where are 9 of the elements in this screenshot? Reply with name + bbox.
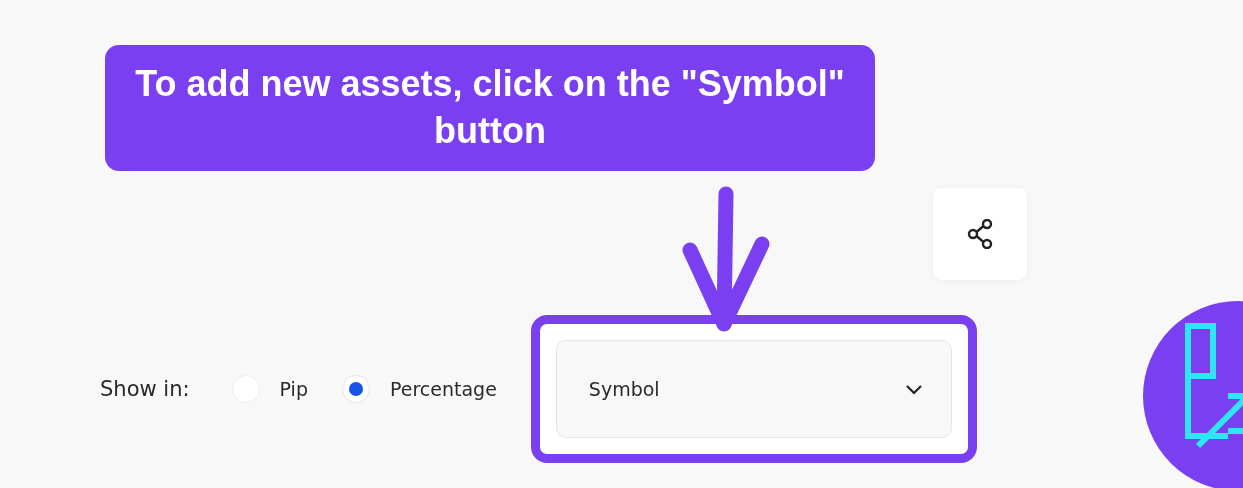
chevron-down-icon — [904, 382, 923, 395]
share-icon — [967, 218, 993, 249]
show-in-label: Show in: — [100, 376, 190, 401]
instruction-callout: To add new assets, click on the "Symbol" button — [105, 45, 875, 171]
radio-label[interactable]: Pip — [279, 377, 308, 400]
radio-label[interactable]: Percentage — [389, 377, 497, 400]
symbol-dropdown[interactable]: Symbol — [555, 339, 952, 438]
radio-button[interactable] — [341, 374, 370, 403]
share-button[interactable] — [933, 187, 1027, 280]
